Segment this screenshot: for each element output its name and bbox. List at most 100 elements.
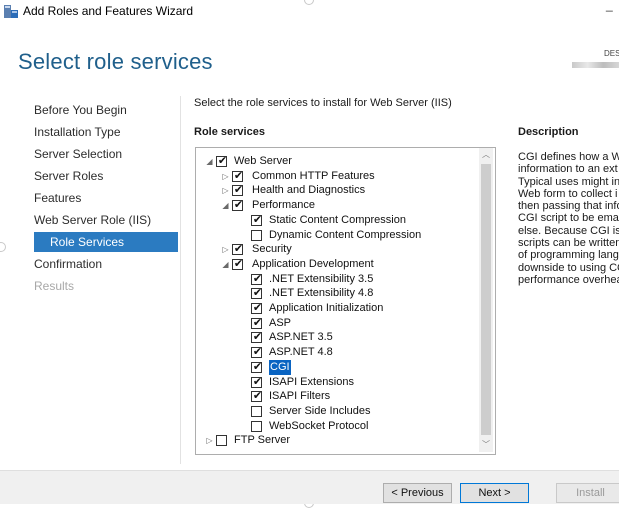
description-line: else. Because CGI is a [518,224,619,237]
tree-row[interactable]: Server Side Includes [196,404,480,419]
nav-item-label: Web Server Role (IIS) [34,213,152,227]
tree-row[interactable]: Dynamic Content Compression [196,228,480,243]
nav-item-label: Server Selection [34,147,123,161]
checkbox[interactable]: ✔ [251,346,262,359]
tree-row[interactable]: ✔ ASP [196,316,480,331]
minimize-button[interactable]: _ [606,0,619,12]
nav-item-server-roles[interactable]: Server Roles [34,166,103,186]
tree-row[interactable]: ▷ ✔ Health and Diagnostics [196,183,480,198]
checkmark-icon: ✔ [252,302,263,314]
checkbox[interactable] [216,435,227,447]
tree-row[interactable]: ▷ ✔ Security [196,242,480,257]
checkbox[interactable]: ✔ [251,214,262,226]
tree-item-label[interactable]: Performance [252,198,315,213]
description-line: information to an ext [518,163,618,176]
nav-item-server-selection[interactable]: Server Selection [34,144,122,164]
tree-item-label[interactable]: Health and Diagnostics [252,183,365,198]
tree-row[interactable]: ✔ ASP.NET 3.5 [196,330,480,345]
nav-item-web-server-role-iis[interactable]: Web Server Role (IIS) [34,210,151,230]
tree-item-label[interactable]: ASP.NET 4.8 [269,345,333,360]
scroll-thumb[interactable] [481,164,491,435]
checkmark-icon: ✔ [252,375,263,388]
expanded-arrow-icon[interactable]: ◢ [205,154,214,169]
nav-item-before-you-begin[interactable]: Before You Begin [34,100,127,120]
previous-button[interactable]: < Previous [383,483,452,503]
tree-item-label[interactable]: Common HTTP Features [252,169,375,184]
resize-handle-icon[interactable] [0,242,6,252]
description-line: performance overhea [518,273,619,286]
tree-item-label[interactable]: CGI [269,359,291,375]
tree-item-label[interactable]: Web Server [234,154,292,169]
tree-item-label[interactable]: Server Side Includes [269,404,371,419]
collapsed-arrow-icon[interactable]: ▷ [221,183,230,198]
checkmark-icon: ✔ [252,287,263,300]
tree-row[interactable]: ✔ ISAPI Extensions [196,375,480,390]
tree-row[interactable]: ▷ ✔ Common HTTP Features [196,169,480,184]
expanded-arrow-icon[interactable]: ◢ [221,257,230,272]
tree-item-label[interactable]: .NET Extensibility 4.8 [269,286,373,301]
checkbox[interactable]: ✔ [251,317,262,329]
checkbox[interactable]: ✔ [251,331,262,344]
tree-item-label[interactable]: Security [252,242,292,257]
tree-item-label[interactable]: Static Content Compression [269,213,406,228]
checkbox[interactable]: ✔ [251,390,262,403]
tree-item-label[interactable]: Dynamic Content Compression [269,228,421,243]
next-button[interactable]: Next > [460,483,529,503]
checkbox[interactable]: ✔ [232,184,243,197]
checkbox[interactable]: ✔ [232,199,243,212]
expanded-arrow-icon[interactable]: ◢ [221,198,230,213]
checkbox[interactable]: ✔ [232,258,243,270]
tree-row[interactable]: ◢ ✔ Application Development [196,257,480,272]
checkbox[interactable]: ✔ [251,287,263,300]
description-line: scripts can be written [518,237,619,250]
tree-row[interactable]: ✔ Application Initialization [196,301,480,316]
description-line: CGI defines how a W [518,151,619,163]
tree-item-label[interactable]: ISAPI Filters [269,389,330,404]
checkbox[interactable] [251,229,262,241]
tree-item-label[interactable]: WebSocket Protocol [269,419,368,434]
tree-item-label[interactable]: Application Initialization [269,301,383,316]
tree-row[interactable]: ✔ ASP.NET 4.8 [196,345,480,360]
window-title: Add Roles and Features Wizard [23,4,194,18]
checkbox[interactable] [251,420,262,432]
collapsed-arrow-icon[interactable]: ▷ [205,433,214,448]
role-services-tree[interactable]: ◢ ✔ Web Server ▷ ✔ Common HTTP Features ▷ ✔ Heal… [195,147,496,455]
tree-item-label[interactable]: ASP.NET 3.5 [269,330,333,345]
collapsed-arrow-icon[interactable]: ▷ [221,242,230,257]
tree-item-label[interactable]: FTP Server [234,433,290,448]
collapsed-arrow-icon[interactable]: ▷ [221,169,230,184]
tree-row[interactable]: ✔ CGI [196,359,480,375]
nav-item-features[interactable]: Features [34,188,81,208]
tree-row[interactable]: ✔ Static Content Compression [196,213,480,228]
tree-item-label[interactable]: Application Development [252,257,374,272]
tree-scrollbar[interactable]: ︿ ﹀ [479,148,493,452]
tree-row[interactable]: ✔ ISAPI Filters [196,389,480,404]
install-button[interactable]: Install [556,483,619,503]
scroll-down-icon[interactable]: ﹀ [479,438,493,452]
nav-item-confirmation[interactable]: Confirmation [34,254,102,274]
scroll-up-icon[interactable]: ︿ [479,148,493,162]
nav-item-label: Server Roles [34,169,104,183]
tree-item-label[interactable]: .NET Extensibility 3.5 [269,272,373,287]
checkbox[interactable]: ✔ [232,243,243,256]
tree-row[interactable]: ✔ .NET Extensibility 3.5 [196,272,480,287]
tree-row[interactable]: ◢ ✔ Performance [196,198,480,213]
nav-item-results: Results [34,276,74,296]
tree-item-label[interactable]: ISAPI Extensions [269,375,354,390]
tree-row[interactable]: ▷ FTP Server [196,433,480,448]
checkbox[interactable] [251,405,262,417]
checkmark-icon: ✔ [233,169,244,182]
nav-item-installation-type[interactable]: Installation Type [34,122,121,142]
checkbox[interactable]: ✔ [251,375,263,388]
checkbox[interactable]: ✔ [216,155,227,167]
checkbox[interactable]: ✔ [251,273,262,285]
checkbox[interactable]: ✔ [251,361,262,373]
nav-item-role-services[interactable]: Role Services [34,232,178,252]
checkbox[interactable]: ✔ [251,302,263,314]
tree-row[interactable]: ✔ .NET Extensibility 4.8 [196,286,480,301]
checkbox[interactable]: ✔ [232,169,244,182]
tree-row[interactable]: ◢ ✔ Web Server [196,154,480,169]
instruction-text: Select the role services to install for … [194,97,452,109]
tree-row[interactable]: WebSocket Protocol [196,419,480,434]
tree-item-label[interactable]: ASP [269,316,291,331]
